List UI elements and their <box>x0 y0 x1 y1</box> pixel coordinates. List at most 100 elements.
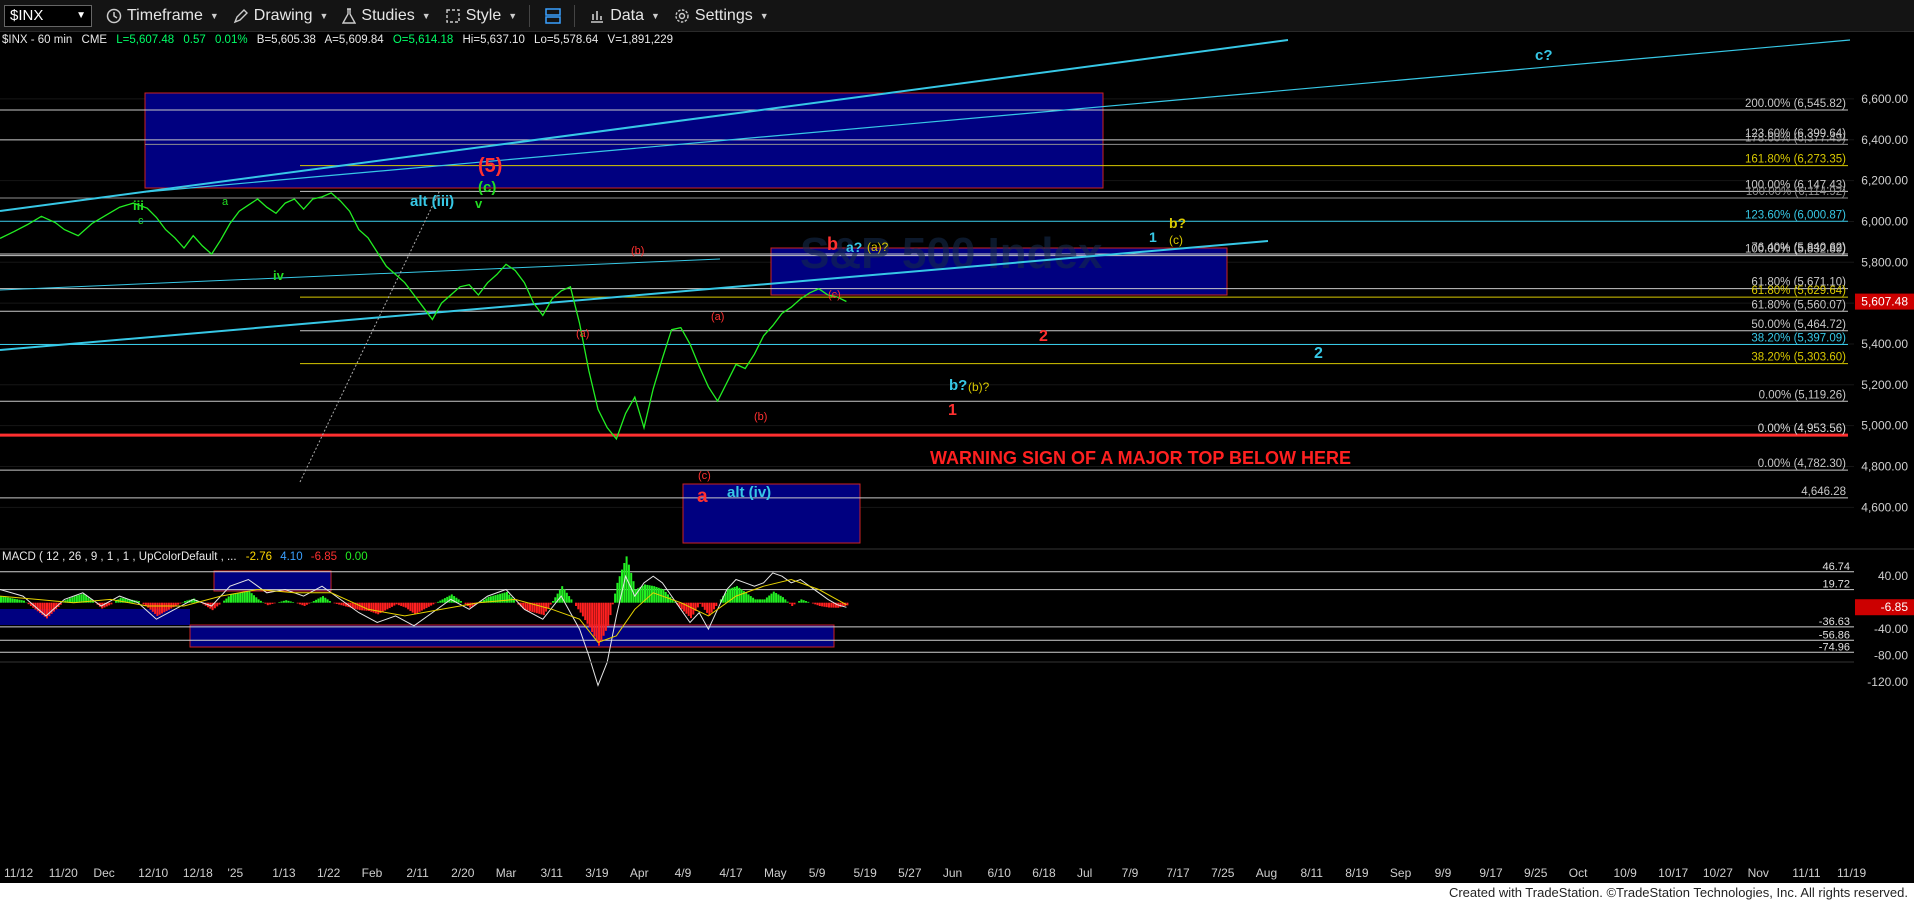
macd-hist-bar <box>437 601 439 603</box>
fib-level-label: 100.00% (6,114.92) <box>1746 186 1846 198</box>
macd-hist-bar <box>469 602 472 608</box>
macd-level-label: -56.86 <box>1819 629 1850 641</box>
studies-label: Studies <box>361 6 415 24</box>
macd-hist-bar <box>278 602 281 603</box>
macd-hist-bar <box>763 599 766 603</box>
macd-hist-bar <box>655 586 658 603</box>
macd-hist-bar <box>397 602 400 606</box>
macd-hist-bar <box>584 602 587 621</box>
macd-hist-bar <box>460 601 462 603</box>
date-tick-label: 8/11 <box>1301 866 1324 880</box>
macd-hist-bar <box>0 596 2 603</box>
macd-value-1: -2.76 <box>246 551 272 563</box>
macd-hist-bar <box>142 602 145 605</box>
macd-hist-bar <box>791 602 794 606</box>
macd-hist-bar <box>296 602 299 604</box>
drawing-button[interactable]: Drawing ▼ <box>233 7 329 25</box>
date-tick-label: 10/27 <box>1703 866 1733 880</box>
macd-hist-bar <box>18 599 21 603</box>
chevron-down-icon: ▼ <box>319 10 329 21</box>
date-tick-label: 12/18 <box>183 866 213 880</box>
fib-level-label: 50.00% (5,464.72) <box>1751 319 1846 331</box>
data-button[interactable]: Data ▼ <box>589 7 660 25</box>
status-exchange: CME <box>82 34 108 46</box>
macd-hist-bar <box>384 602 387 611</box>
style-button[interactable]: Style ▼ <box>445 7 517 25</box>
fib-level-label: 0.00% (4,953.56) <box>1758 423 1846 435</box>
macd-hist-bar <box>71 597 74 603</box>
date-tick-label: 2/11 <box>406 866 429 880</box>
fib-level-label: 38.20% (5,303.60) <box>1751 352 1846 364</box>
fib-level-label: 0.00% (5,119.26) <box>1759 389 1847 401</box>
macd-hist-bar <box>798 601 801 603</box>
fib-level-label: 61.80% (5,560.07) <box>1751 299 1846 311</box>
status-last: L=5,607.48 <box>116 34 174 46</box>
macd-hist-bar <box>457 599 460 603</box>
status-change: 0.57 <box>183 34 205 46</box>
macd-hist-bar <box>696 602 699 608</box>
macd-hist-bar <box>775 593 778 603</box>
macd-hist-bar <box>377 602 380 615</box>
macd-hist-bar <box>312 601 315 603</box>
fib-level-label: 161.80% (6,273.35) <box>1745 154 1846 166</box>
macd-hist-bar <box>846 602 849 606</box>
macd-hist-bar <box>154 602 157 614</box>
macd-hist-bar <box>218 602 221 605</box>
status-bid: B=5,605.38 <box>257 34 316 46</box>
wave-label: (b) <box>631 245 644 257</box>
macd-tick-label: -80.00 <box>1874 649 1908 663</box>
macd-hist-bar <box>561 586 564 603</box>
macd-hist-bar <box>308 602 311 604</box>
chevron-down-icon[interactable]: ▼ <box>76 10 86 21</box>
macd-hist-bar <box>648 585 651 603</box>
macd-hist-bar <box>236 593 239 603</box>
macd-hist-bar <box>250 593 253 603</box>
macd-hist-bar <box>253 595 255 603</box>
macd-label: MACD ( 12 , 26 , 9 , 1 , 1 , UpColorDefa… <box>2 551 368 563</box>
macd-hist-bar <box>604 602 607 631</box>
macd-hist-bar <box>581 602 584 617</box>
macd-hist-bar <box>243 591 246 603</box>
date-tick-label: 4/9 <box>675 866 692 880</box>
macd-hist-bar <box>772 591 775 603</box>
macd-hist-bar <box>372 602 375 613</box>
timeframe-button[interactable]: Timeframe ▼ <box>106 7 219 25</box>
macd-hist-bar <box>616 582 619 603</box>
macd-hist-bar <box>340 602 343 606</box>
macd-hist-bar <box>621 569 623 603</box>
symbol-input[interactable]: $INX ▼ <box>4 4 92 27</box>
macd-value-3: -6.85 <box>311 551 337 563</box>
macd-hist-bar <box>411 602 414 613</box>
date-tick-label: 9/17 <box>1479 866 1503 880</box>
macd-hist-bar <box>540 602 543 615</box>
macd-hist-bar <box>784 599 787 603</box>
macd-hist-bar <box>568 596 571 603</box>
wave-label: (5) <box>478 155 502 177</box>
price-tick-label: 6,400.00 <box>1861 133 1908 147</box>
wave-label: iv <box>273 268 285 283</box>
macd-hist-bar <box>227 596 230 603</box>
flask-icon <box>342 7 357 24</box>
macd-hist-bar <box>234 593 237 603</box>
settings-button[interactable]: Settings ▼ <box>674 7 769 25</box>
macd-hist-bar <box>710 602 713 613</box>
macd-hist-bar <box>119 597 122 603</box>
wave-label: 1 <box>1149 229 1157 245</box>
price-chart[interactable]: $INX - 60 min CME L=5,607.48 0.57 0.01% … <box>0 32 1914 883</box>
status-open: O=5,614.18 <box>393 34 453 46</box>
layout-button[interactable] <box>544 7 562 25</box>
studies-button[interactable]: Studies ▼ <box>342 6 431 25</box>
macd-hist-bar <box>418 602 421 612</box>
macd-hist-bar <box>600 602 603 641</box>
wave-label: alt (iv) <box>727 484 771 501</box>
toolbar: $INX ▼ Timeframe ▼ Drawing ▼ Studies ▼ S… <box>0 0 1914 32</box>
macd-hist-bar <box>577 602 580 610</box>
wave-label: v <box>475 196 483 211</box>
fib-level-label: 61.80% (5,629.64) <box>1751 285 1846 297</box>
macd-hist-bar <box>289 601 292 603</box>
fib-level-label: 100.00% (5,832.89) <box>1745 244 1846 256</box>
macd-hist-bar <box>441 599 444 603</box>
macd-hist-bar <box>811 602 814 604</box>
macd-hist-bar <box>752 597 755 603</box>
macd-hist-bar <box>733 586 736 603</box>
